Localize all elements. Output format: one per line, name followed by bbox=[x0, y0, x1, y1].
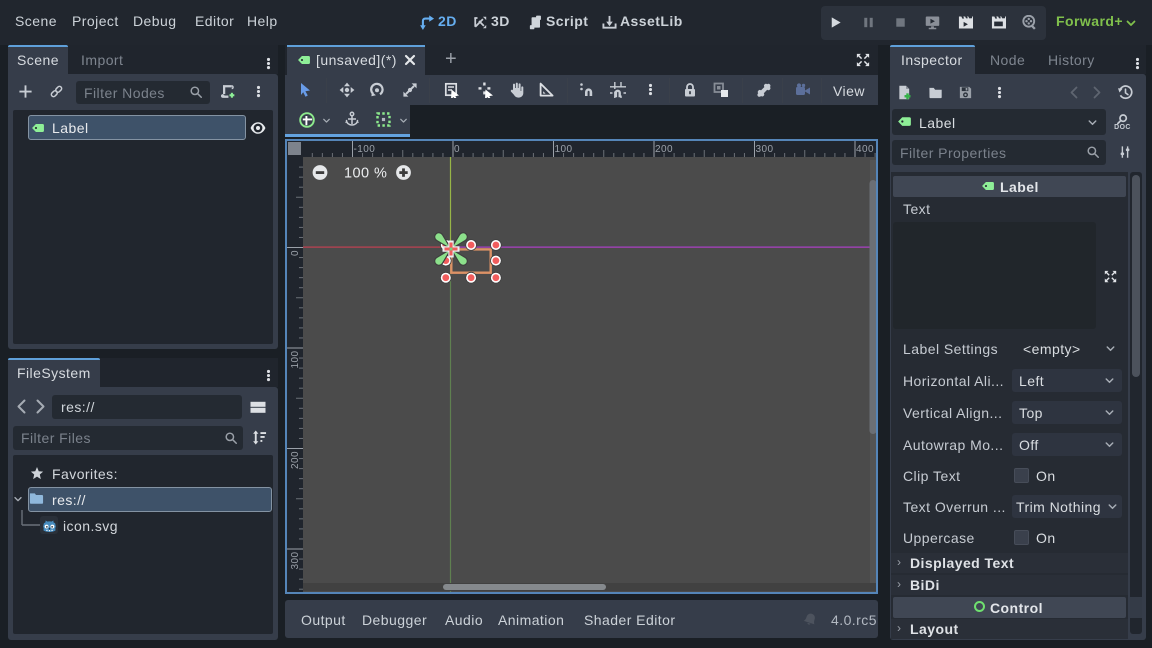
svg-text:0: 0 bbox=[290, 250, 301, 256]
svg-text:100: 100 bbox=[555, 144, 573, 155]
svg-text:200: 200 bbox=[655, 144, 673, 155]
svg-text:0: 0 bbox=[454, 144, 460, 155]
svg-text:100: 100 bbox=[290, 351, 301, 369]
svg-text:300: 300 bbox=[756, 144, 774, 155]
svg-text:300: 300 bbox=[290, 552, 301, 570]
svg-text:400: 400 bbox=[856, 144, 874, 155]
svg-text:100 %: 100 % bbox=[344, 166, 387, 182]
svg-text:-100: -100 bbox=[354, 144, 376, 155]
svg-text:200: 200 bbox=[290, 451, 301, 469]
